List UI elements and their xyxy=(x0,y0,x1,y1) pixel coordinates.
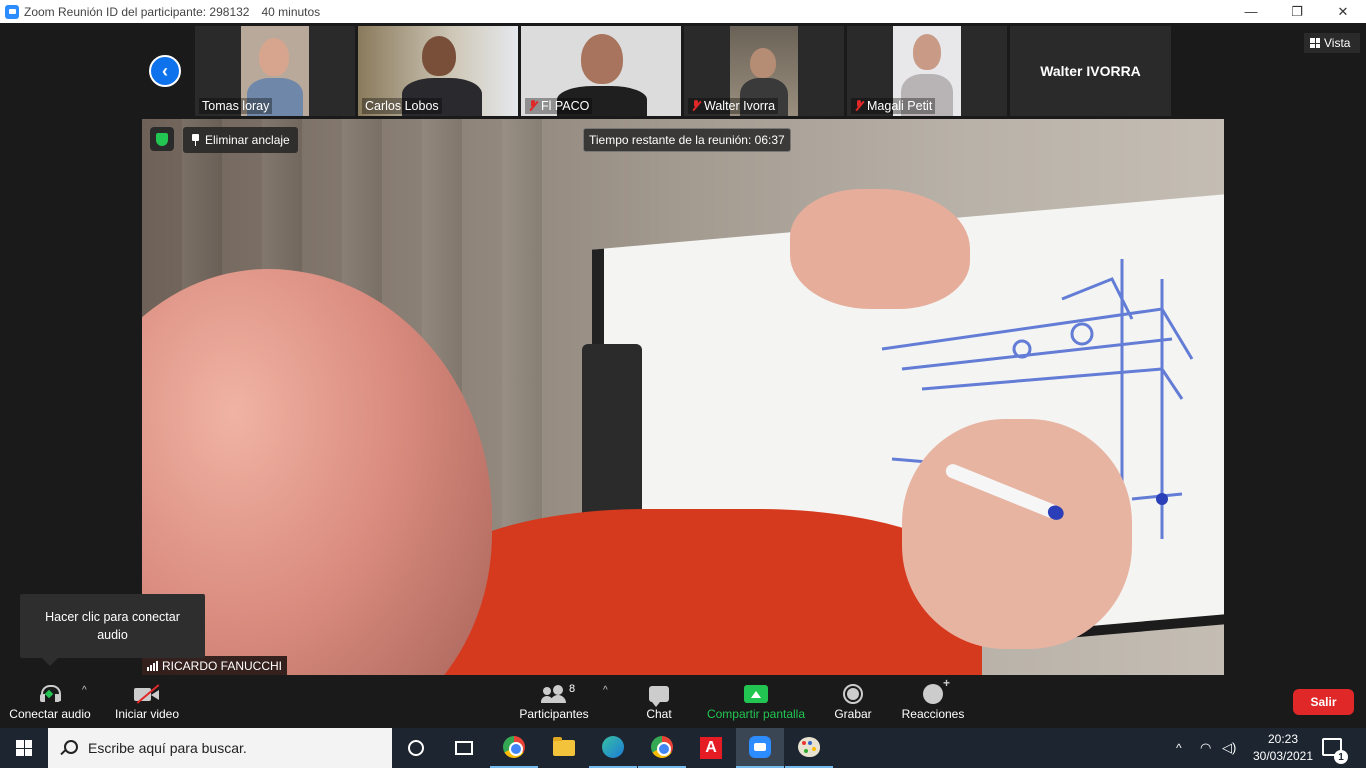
participant-tile-carlos[interactable]: Carlos Lobos xyxy=(358,26,518,116)
connect-audio-tooltip: Hacer clic para conectar audio xyxy=(20,594,205,666)
chrome-app[interactable] xyxy=(490,728,538,768)
file-explorer-app[interactable] xyxy=(540,728,588,768)
meeting-stage: ‹ Tomas loray Carlos Lobos Fl PACO Walte… xyxy=(0,23,1366,677)
window-title: Zoom Reunión ID del participante: 298132 xyxy=(24,4,250,19)
muted-mic-icon xyxy=(691,100,701,112)
participant-tile-name-only[interactable]: Walter IVORRA xyxy=(1010,26,1171,116)
audio-options-caret[interactable]: ^ xyxy=(82,685,87,696)
participant-tile-tomas[interactable]: Tomas loray xyxy=(195,26,355,116)
participants-icon xyxy=(541,685,567,703)
participant-tile-paco[interactable]: Fl PACO xyxy=(521,26,681,116)
zoom-icon xyxy=(749,736,771,758)
windows-logo-icon xyxy=(16,740,32,756)
taskbar-clock[interactable]: 20:23 30/03/2021 xyxy=(1248,731,1318,765)
chrome-profile-app[interactable] xyxy=(638,728,686,768)
time-remaining-banner: Tiempo restante de la reunión: 06:37 xyxy=(583,128,791,152)
meeting-controls-bar: Conectar audio ^ Iniciar video Participa… xyxy=(0,676,1366,728)
notification-count-badge: 1 xyxy=(1334,750,1348,764)
gallery-strip: ‹ Tomas loray Carlos Lobos Fl PACO Walte… xyxy=(0,23,1366,119)
gallery-prev-button[interactable]: ‹ xyxy=(149,55,181,87)
share-screen-icon xyxy=(744,685,768,703)
pin-icon xyxy=(191,134,199,146)
signal-bars-icon xyxy=(147,660,158,671)
start-button[interactable] xyxy=(0,728,48,768)
zoom-app[interactable] xyxy=(736,728,784,768)
edge-icon xyxy=(602,736,624,758)
paint-app[interactable] xyxy=(785,728,833,768)
writing-hand xyxy=(902,419,1132,649)
red-shirt xyxy=(422,509,982,675)
headphones-icon xyxy=(40,685,61,703)
autocad-icon: A xyxy=(700,737,722,759)
video-off-icon xyxy=(134,684,160,704)
windows-taskbar: Escribe aquí para buscar. A ^ ◠ ◁) 20:23… xyxy=(0,728,1366,768)
minimize-button[interactable]: — xyxy=(1228,0,1274,23)
chevron-left-icon: ‹ xyxy=(162,61,168,81)
tray-overflow-button[interactable]: ^ xyxy=(1176,728,1182,768)
volume-icon[interactable]: ◁) xyxy=(1222,728,1236,768)
share-screen-button[interactable]: Compartir pantalla xyxy=(704,681,808,725)
participants-options-caret[interactable]: ^ xyxy=(603,685,608,696)
participant-name: Magali Petit xyxy=(851,98,936,114)
active-speaker-video[interactable] xyxy=(142,119,1224,675)
active-speaker-name-tag: RICARDO FANUCCHI xyxy=(142,656,288,675)
chat-icon xyxy=(649,686,669,707)
view-button[interactable]: Vista xyxy=(1304,33,1360,53)
participants-button[interactable]: Participantes xyxy=(516,681,592,725)
close-button[interactable]: ✕ xyxy=(1320,0,1366,23)
meeting-duration: 40 minutos xyxy=(261,4,321,19)
participant-tile-magali[interactable]: Magali Petit xyxy=(847,26,1007,116)
participant-tile-walter[interactable]: Walter Ivorra xyxy=(684,26,844,116)
cortana-button[interactable] xyxy=(392,728,440,768)
participant-name: Fl PACO xyxy=(525,98,593,114)
paint-palette-icon xyxy=(798,737,820,757)
participant-name: Walter Ivorra xyxy=(688,98,779,114)
participant-name: Carlos Lobos xyxy=(362,98,442,114)
connect-audio-button[interactable]: Conectar audio xyxy=(8,681,92,725)
record-icon xyxy=(843,684,863,704)
autocad-app[interactable]: A xyxy=(687,728,735,768)
task-view-button[interactable] xyxy=(440,728,488,768)
chrome-icon xyxy=(503,736,525,758)
encryption-shield-icon[interactable] xyxy=(150,127,174,151)
participants-count: 8 xyxy=(569,683,576,695)
record-button[interactable]: Grabar xyxy=(830,681,876,725)
maximize-button[interactable]: ❐ xyxy=(1274,0,1320,23)
chrome-icon xyxy=(651,736,673,758)
hand xyxy=(790,189,970,309)
muted-mic-icon xyxy=(528,100,538,112)
network-icon[interactable]: ◠ xyxy=(1200,728,1211,768)
cortana-icon xyxy=(408,740,424,756)
start-video-button[interactable]: Iniciar video xyxy=(110,681,184,725)
reactions-button[interactable]: Reacciones xyxy=(900,676,966,725)
muted-mic-icon xyxy=(854,100,864,112)
window-title-bar: Zoom Reunión ID del participante: 298132… xyxy=(0,0,1366,23)
board-clip xyxy=(582,344,642,524)
leave-meeting-button[interactable]: Salir xyxy=(1293,689,1354,715)
folder-icon xyxy=(553,737,575,756)
taskbar-search-box[interactable]: Escribe aquí para buscar. xyxy=(48,728,392,768)
edge-app[interactable] xyxy=(589,728,637,768)
chat-button[interactable]: Chat xyxy=(638,681,680,725)
zoom-logo-icon xyxy=(5,4,19,19)
emoji-icon xyxy=(923,676,950,704)
search-icon xyxy=(60,740,78,756)
participant-name: Tomas loray xyxy=(199,98,273,114)
remove-pin-button[interactable]: Eliminar anclaje xyxy=(183,127,298,153)
task-view-icon xyxy=(455,741,473,755)
grid-view-icon xyxy=(1310,38,1320,48)
